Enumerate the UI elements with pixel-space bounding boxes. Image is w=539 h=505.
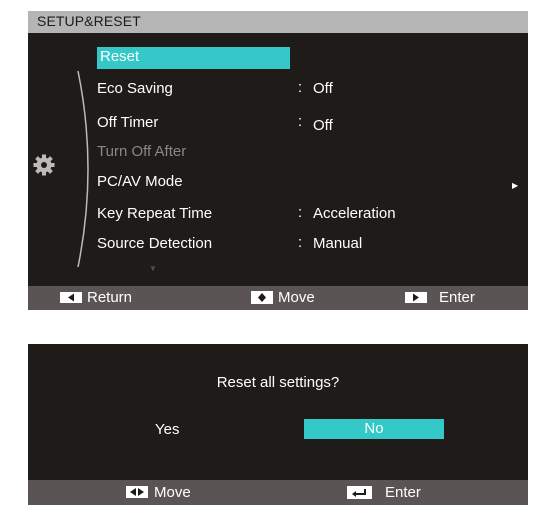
menu-item-pc-av-mode[interactable]: PC/AV Mode — [97, 172, 397, 194]
menu-item-label: PC/AV Mode — [97, 173, 183, 190]
menu-item-key-repeat-time[interactable]: Key Repeat Time : Acceleration — [97, 204, 397, 226]
menu-item-value: Off — [313, 80, 333, 97]
menu-item-label: Source Detection — [97, 235, 213, 252]
menu-item-reset[interactable]: Reset — [97, 47, 397, 69]
menu-item-label: Off Timer — [97, 114, 159, 131]
menu-item-value: Off — [313, 117, 333, 134]
value-separator: : — [298, 204, 303, 221]
yes-button[interactable]: Yes — [155, 421, 179, 438]
dialog-question: Reset all settings? — [216, 374, 340, 391]
dialog-footer: Move Enter — [28, 480, 528, 505]
menu-title-bar: SETUP&RESET — [28, 11, 528, 33]
dialog-footer-move-label: Move — [154, 484, 191, 501]
triangle-right-icon: ▶ — [512, 181, 519, 190]
menu-item-eco-saving[interactable]: Eco Saving : Off — [97, 79, 397, 101]
menu-item-value: Manual — [313, 235, 363, 252]
menu-item-turn-off-after: Turn Off After — [97, 142, 397, 164]
reset-confirm-dialog: Reset all settings? Yes No Move Enter — [28, 344, 528, 505]
menu-item-label: Eco Saving — [97, 80, 173, 97]
footer-enter-label: Enter — [439, 289, 475, 306]
triangle-down-icon: ▼ — [149, 264, 157, 273]
menu-title: SETUP&RESET — [37, 13, 141, 29]
value-separator: : — [298, 79, 303, 96]
menu-item-source-detection[interactable]: Source Detection : Manual — [97, 234, 397, 256]
return-enter-key-icon — [347, 486, 372, 499]
menu-item-label: Key Repeat Time — [97, 205, 213, 222]
gear-icon — [33, 154, 55, 176]
footer-move-label: Move — [278, 289, 315, 306]
menu-item-label: Turn Off After — [97, 143, 187, 160]
value-separator: : — [298, 113, 303, 130]
enter-key-icon — [405, 292, 427, 303]
menu-item-off-timer[interactable]: Off Timer : Off — [97, 113, 397, 135]
left-right-key-icon — [126, 486, 148, 498]
value-separator: : — [298, 234, 303, 251]
move-key-icon — [251, 291, 273, 304]
menu-item-label: Reset — [100, 48, 140, 65]
setup-reset-menu: SETUP&RESET Reset Eco Saving : Off Off T… — [28, 11, 528, 310]
menu-footer: Return Move Enter — [28, 286, 528, 310]
menu-item-value: Acceleration — [313, 205, 396, 222]
return-key-icon — [60, 292, 82, 303]
dialog-footer-enter-label: Enter — [385, 484, 421, 501]
no-button[interactable]: No — [304, 419, 444, 439]
footer-return-label: Return — [87, 289, 133, 306]
